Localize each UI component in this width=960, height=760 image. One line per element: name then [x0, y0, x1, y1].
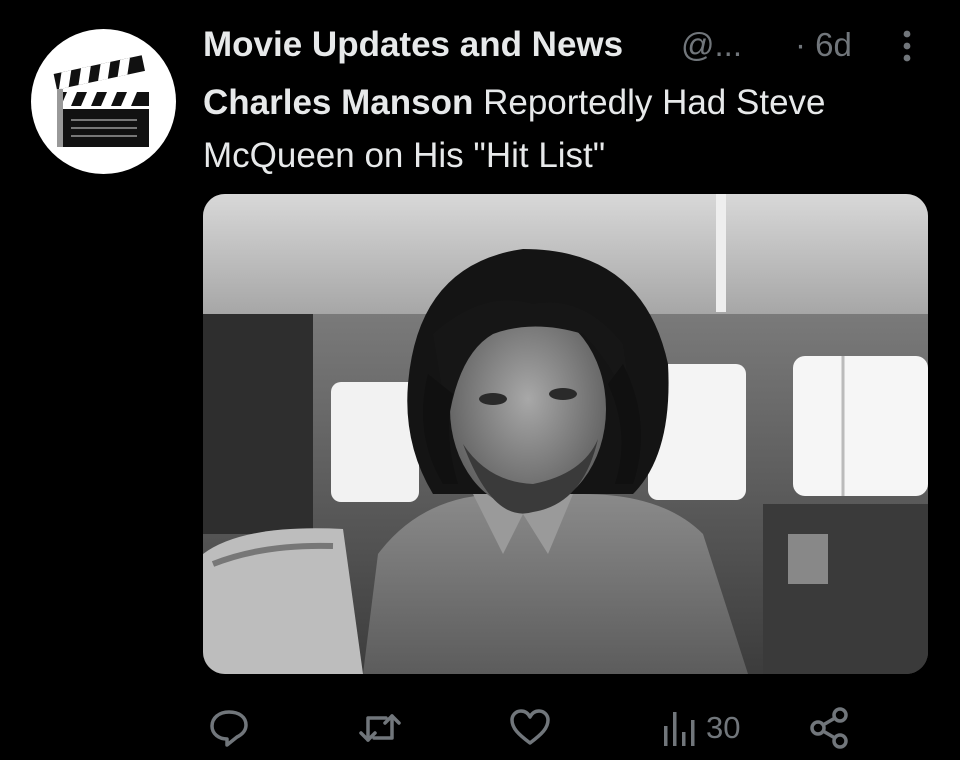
retweet-button[interactable]	[356, 700, 404, 756]
share-icon	[810, 707, 848, 749]
timestamp-value: 6d	[815, 26, 852, 63]
views-button[interactable]: 30	[660, 700, 740, 756]
tweet-card[interactable]: Movie Updates and News @... · 6d Charles…	[0, 0, 960, 760]
tweet-text: Charles Manson Reportedly Had Steve McQu…	[203, 76, 923, 182]
tweet-actions-bar: 30	[0, 700, 960, 756]
author-avatar[interactable]	[31, 29, 176, 174]
more-options-icon[interactable]	[896, 26, 918, 66]
photo-illustration	[203, 194, 928, 674]
clapperboard-icon	[53, 55, 149, 147]
heart-icon	[510, 709, 550, 745]
like-button[interactable]	[508, 700, 552, 756]
author-handle[interactable]: @...	[681, 22, 742, 68]
share-button[interactable]	[808, 700, 852, 756]
views-chart-icon	[664, 712, 695, 746]
author-display-name[interactable]: Movie Updates and News	[203, 22, 623, 68]
tweet-timestamp[interactable]: · 6d	[795, 22, 852, 68]
tweet-header: Movie Updates and News @... · 6d	[203, 22, 923, 70]
views-count: 30	[706, 710, 741, 745]
tweet-media-photo[interactable]	[203, 194, 928, 674]
reply-button[interactable]	[207, 700, 251, 756]
timestamp-separator: ·	[795, 26, 806, 63]
reply-icon	[210, 710, 248, 747]
tweet-text-bold: Charles Manson	[203, 83, 474, 122]
retweet-icon	[359, 714, 401, 742]
